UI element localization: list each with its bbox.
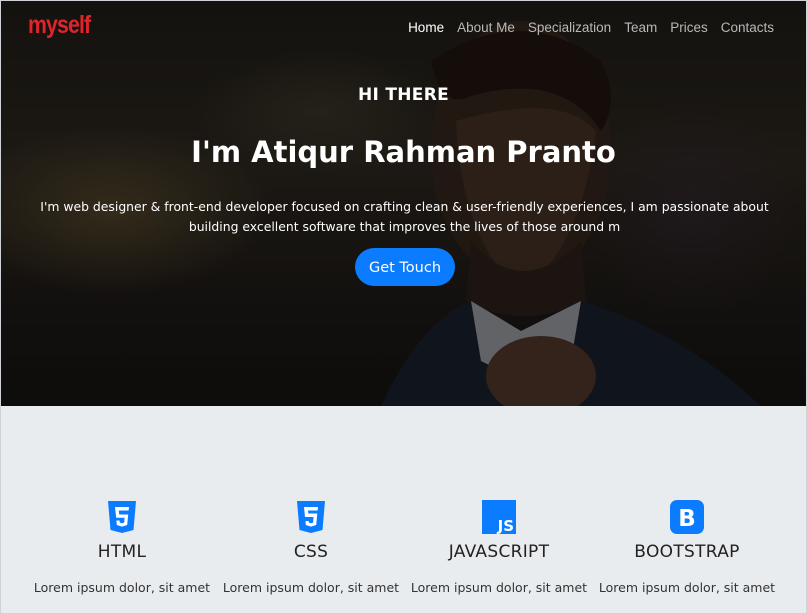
skill-text: Lorem ipsum dolor, sit amet [598,580,776,595]
site-logo[interactable]: myself [28,11,91,40]
hero-description: I'm web designer & front-end developer f… [40,199,769,234]
bootstrap-icon: B [670,500,704,534]
nav-item-specialization[interactable]: Specialization [528,20,611,35]
svg-text:JS: JS [497,517,514,535]
nav-item-contacts[interactable]: Contacts [721,20,774,35]
nav-item-home[interactable]: Home [408,20,444,35]
skill-title: CSS [293,542,329,562]
page-frame: myself Home About Me Specialization Team… [0,0,807,614]
nav-item-prices[interactable]: Prices [670,20,708,35]
hero-greeting: HI THERE [357,85,449,105]
skill-title: HTML [97,542,147,562]
skill-text: Lorem ipsum dolor, sit amet [222,580,400,595]
skill-title: BOOTSTRAP [634,542,740,562]
svg-text:B: B [678,506,696,532]
get-touch-button[interactable]: Get Touch [355,248,455,286]
skills-section: HTML Lorem ipsum dolor, sit amet CSS Lor… [1,406,806,613]
skill-text: Lorem ipsum dolor, sit amet [410,580,588,595]
html5-icon [108,501,136,533]
javascript-icon: JS [482,500,516,535]
hero-section: myself Home About Me Specialization Team… [1,1,806,406]
navbar: myself Home About Me Specialization Team… [1,1,806,57]
skill-text: Lorem ipsum dolor, sit amet [33,580,211,595]
hero-name: I'm Atiqur Rahman Pranto [191,135,616,169]
skill-title: JAVASCRIPT [448,542,550,562]
nav-menu: Home About Me Specialization Team Prices… [408,20,774,35]
nav-item-about-me[interactable]: About Me [457,20,515,35]
css3-icon [297,501,325,533]
nav-item-team[interactable]: Team [624,20,657,35]
